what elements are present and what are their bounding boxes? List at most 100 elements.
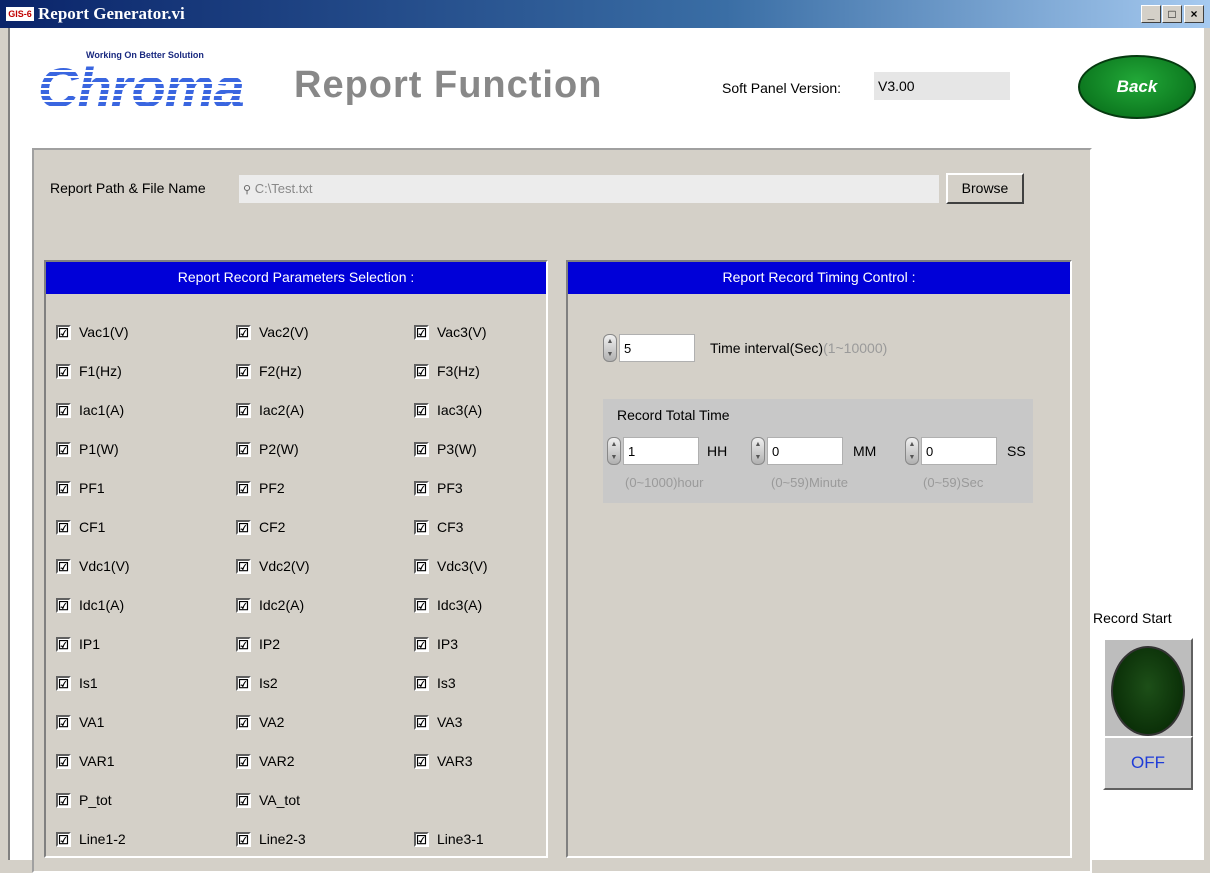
param-checkbox[interactable]: ☑ Is2 <box>236 675 278 691</box>
spin-arrows-icon[interactable]: ▲ ▼ <box>603 334 617 362</box>
param-checkbox[interactable]: ☑ VA2 <box>236 714 284 730</box>
checkmark-icon[interactable]: ☑ <box>56 441 71 457</box>
checkmark-icon[interactable]: ☑ <box>236 714 251 730</box>
checkmark-icon[interactable]: ☑ <box>236 792 251 808</box>
param-checkbox[interactable]: ☑ Line2-3 <box>236 831 306 847</box>
param-checkbox[interactable]: ☑ Vac3(V) <box>414 324 487 340</box>
spin-arrows-icon[interactable]: ▲ ▼ <box>751 437 765 465</box>
checkmark-icon[interactable]: ☑ <box>414 831 429 847</box>
param-checkbox[interactable]: ☑ VAR1 <box>56 753 115 769</box>
checkmark-icon[interactable]: ☑ <box>414 480 429 496</box>
param-checkbox[interactable]: ☑ Line1-2 <box>56 831 126 847</box>
checkmark-icon[interactable]: ☑ <box>236 324 251 340</box>
interval-stepper[interactable]: ▲ ▼ 5 <box>603 334 695 362</box>
param-checkbox[interactable]: ☑ F3(Hz) <box>414 363 480 379</box>
param-checkbox[interactable]: ☑ IP2 <box>236 636 280 652</box>
param-checkbox[interactable]: ☑ P1(W) <box>56 441 119 457</box>
report-path-field[interactable]: ⚲ C:\Test.txt <box>239 175 939 203</box>
param-checkbox[interactable]: ☑ F2(Hz) <box>236 363 302 379</box>
checkmark-icon[interactable]: ☑ <box>236 402 251 418</box>
param-checkbox[interactable]: ☑ PF2 <box>236 480 285 496</box>
checkmark-icon[interactable]: ☑ <box>414 558 429 574</box>
param-checkbox[interactable]: ☑ VAR2 <box>236 753 295 769</box>
checkmark-icon[interactable]: ☑ <box>414 675 429 691</box>
checkmark-icon[interactable]: ☑ <box>56 519 71 535</box>
param-checkbox[interactable]: ☑ IP1 <box>56 636 100 652</box>
param-checkbox[interactable]: ☑ Vac2(V) <box>236 324 309 340</box>
checkmark-icon[interactable]: ☑ <box>414 714 429 730</box>
param-checkbox[interactable]: ☑ Vac1(V) <box>56 324 129 340</box>
checkmark-icon[interactable]: ☑ <box>236 753 251 769</box>
checkmark-icon[interactable]: ☑ <box>236 480 251 496</box>
param-checkbox[interactable]: ☑ VAR3 <box>414 753 473 769</box>
param-checkbox[interactable]: ☑ F1(Hz) <box>56 363 122 379</box>
browse-button[interactable]: Browse <box>946 173 1024 204</box>
checkmark-icon[interactable]: ☑ <box>56 480 71 496</box>
checkmark-icon[interactable]: ☑ <box>414 402 429 418</box>
checkmark-icon[interactable]: ☑ <box>56 792 71 808</box>
spin-arrows-icon[interactable]: ▲ ▼ <box>607 437 621 465</box>
param-checkbox[interactable]: ☑ Is3 <box>414 675 456 691</box>
param-checkbox[interactable]: ☑ VA3 <box>414 714 462 730</box>
param-checkbox[interactable]: ☑ IP3 <box>414 636 458 652</box>
mm-stepper[interactable]: ▲ ▼ 0 <box>751 437 843 465</box>
checkmark-icon[interactable]: ☑ <box>236 519 251 535</box>
record-start-button[interactable] <box>1103 638 1193 746</box>
close-button[interactable]: × <box>1184 5 1204 23</box>
param-checkbox[interactable]: ☑ PF1 <box>56 480 105 496</box>
checkmark-icon[interactable]: ☑ <box>236 597 251 613</box>
interval-input[interactable]: 5 <box>619 334 695 362</box>
checkmark-icon[interactable]: ☑ <box>414 597 429 613</box>
param-checkbox[interactable]: ☑ Iac3(A) <box>414 402 482 418</box>
param-checkbox[interactable]: ☑ P2(W) <box>236 441 299 457</box>
param-checkbox[interactable]: ☑ Idc3(A) <box>414 597 482 613</box>
checkmark-icon[interactable]: ☑ <box>414 519 429 535</box>
checkmark-icon[interactable]: ☑ <box>56 831 71 847</box>
mm-input[interactable]: 0 <box>767 437 843 465</box>
param-checkbox[interactable]: ☑ CF3 <box>414 519 463 535</box>
checkmark-icon[interactable]: ☑ <box>56 597 71 613</box>
checkmark-icon[interactable]: ☑ <box>236 441 251 457</box>
checkmark-icon[interactable]: ☑ <box>414 636 429 652</box>
checkmark-icon[interactable]: ☑ <box>414 441 429 457</box>
back-button[interactable]: Back <box>1078 55 1196 119</box>
param-checkbox[interactable]: ☑ VA1 <box>56 714 104 730</box>
param-checkbox[interactable]: ☑ Idc2(A) <box>236 597 304 613</box>
param-checkbox[interactable]: ☑ VA_tot <box>236 792 300 808</box>
param-checkbox[interactable]: ☑ Iac2(A) <box>236 402 304 418</box>
param-checkbox[interactable]: ☑ Vdc1(V) <box>56 558 130 574</box>
param-checkbox[interactable]: ☑ P_tot <box>56 792 112 808</box>
maximize-button[interactable]: □ <box>1162 5 1182 23</box>
checkmark-icon[interactable]: ☑ <box>56 363 71 379</box>
param-checkbox[interactable]: ☑ CF1 <box>56 519 105 535</box>
checkmark-icon[interactable]: ☑ <box>56 402 71 418</box>
hh-input[interactable]: 1 <box>623 437 699 465</box>
param-checkbox[interactable]: ☑ Is1 <box>56 675 98 691</box>
checkmark-icon[interactable]: ☑ <box>56 675 71 691</box>
checkmark-icon[interactable]: ☑ <box>56 324 71 340</box>
ss-stepper[interactable]: ▲ ▼ 0 <box>905 437 997 465</box>
param-checkbox[interactable]: ☑ P3(W) <box>414 441 477 457</box>
spin-arrows-icon[interactable]: ▲ ▼ <box>905 437 919 465</box>
checkmark-icon[interactable]: ☑ <box>414 363 429 379</box>
hh-stepper[interactable]: ▲ ▼ 1 <box>607 437 699 465</box>
checkmark-icon[interactable]: ☑ <box>236 675 251 691</box>
param-checkbox[interactable]: ☑ Vdc2(V) <box>236 558 310 574</box>
checkmark-icon[interactable]: ☑ <box>414 753 429 769</box>
checkmark-icon[interactable]: ☑ <box>414 324 429 340</box>
param-checkbox[interactable]: ☑ PF3 <box>414 480 463 496</box>
minimize-button[interactable]: _ <box>1141 5 1161 23</box>
checkmark-icon[interactable]: ☑ <box>236 363 251 379</box>
checkmark-icon[interactable]: ☑ <box>236 558 251 574</box>
checkmark-icon[interactable]: ☑ <box>56 753 71 769</box>
checkmark-icon[interactable]: ☑ <box>56 558 71 574</box>
param-checkbox[interactable]: ☑ CF2 <box>236 519 285 535</box>
ss-input[interactable]: 0 <box>921 437 997 465</box>
param-checkbox[interactable]: ☑ Vdc3(V) <box>414 558 488 574</box>
checkmark-icon[interactable]: ☑ <box>56 636 71 652</box>
checkmark-icon[interactable]: ☑ <box>236 831 251 847</box>
param-checkbox[interactable]: ☑ Iac1(A) <box>56 402 124 418</box>
param-checkbox[interactable]: ☑ Line3-1 <box>414 831 484 847</box>
param-checkbox[interactable]: ☑ Idc1(A) <box>56 597 124 613</box>
checkmark-icon[interactable]: ☑ <box>236 636 251 652</box>
